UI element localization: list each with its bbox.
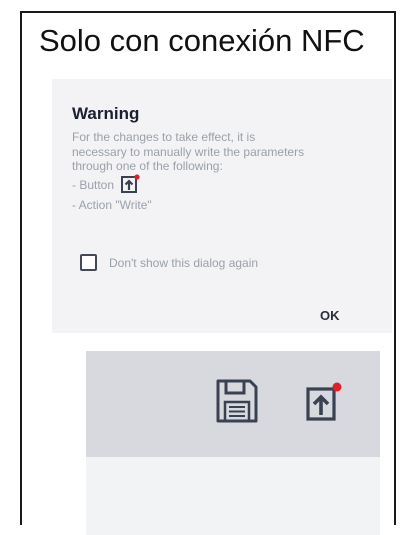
checkbox-label: Don't show this dialog again [109,255,259,270]
screenshot-frame: Solo con conexión NFC Warning For the ch… [20,11,396,535]
write-to-device-icon[interactable] [304,381,344,428]
dont-show-again-row[interactable]: Don't show this dialog again [80,254,258,271]
dont-show-again-checkbox[interactable] [80,254,97,271]
option-button-label: - Button [72,178,115,193]
caption-title: Solo con conexión NFC [39,23,365,58]
option-button-row: - Button [72,174,384,198]
ok-button[interactable]: OK [314,306,346,325]
dialog-message: For the changes to take effect, it is ne… [72,130,384,214]
dialog-message-line: necessary to manually write the paramete… [72,144,305,159]
dialog-title: Warning [72,104,140,123]
bottom-panel [86,457,380,535]
notification-badge [332,382,342,392]
dialog-message-line: through one of the following: [72,159,223,173]
write-to-device-icon [120,174,140,198]
notification-badge [134,174,140,180]
warning-dialog: Warning For the changes to take effect, … [52,79,392,333]
dialog-message-line: For the changes to take effect, it is [72,130,256,144]
toolbar [86,351,380,457]
option-action-label: - Action "Write" [72,197,152,212]
save-icon[interactable] [214,377,260,430]
